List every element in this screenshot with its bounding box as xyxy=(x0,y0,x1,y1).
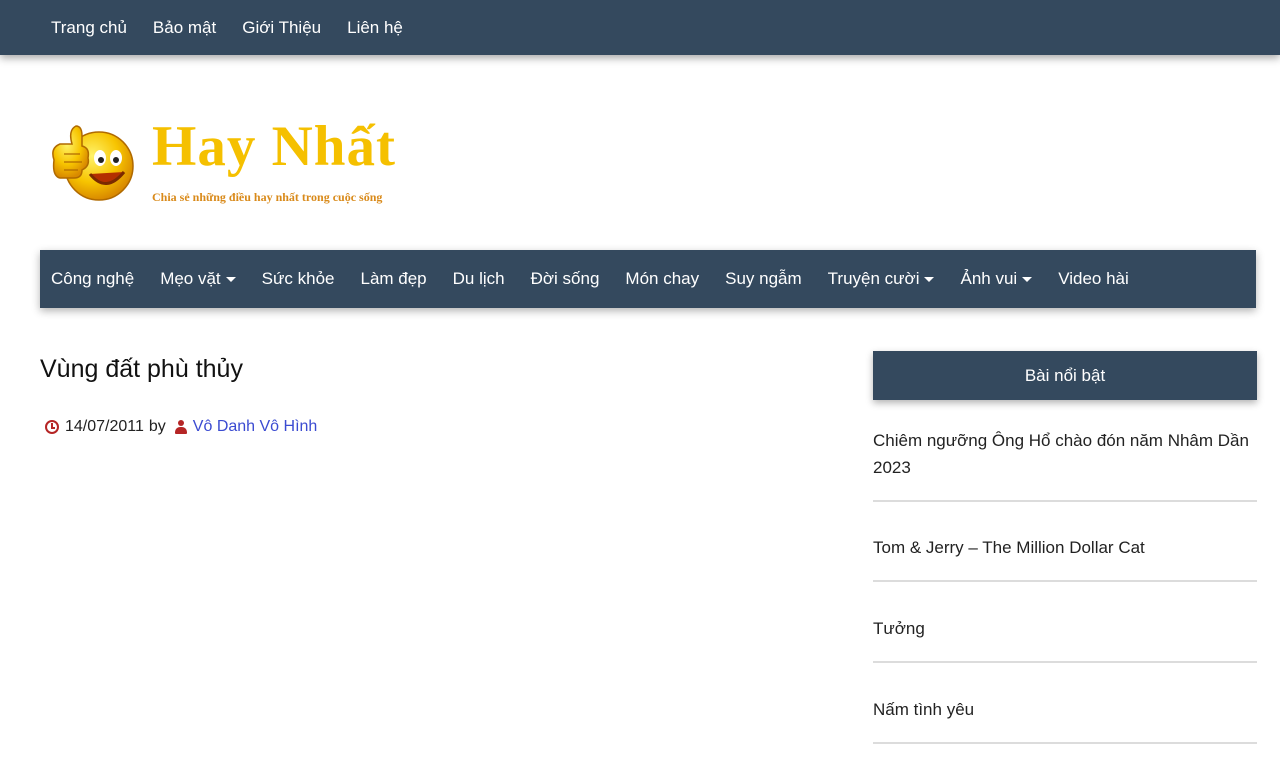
post-meta: 14/07/2011 by Vô Danh Vô Hình xyxy=(45,418,317,436)
user-icon xyxy=(174,420,187,434)
site-logo[interactable]: Hay Nhất Chia sẻ những điều hay nhất tro… xyxy=(44,106,444,216)
caret-down-icon xyxy=(1022,276,1033,282)
nav-item-label: Suy ngẫm xyxy=(725,269,802,288)
topnav-item-gioi-thieu[interactable]: Giới Thiệu xyxy=(229,18,334,38)
nav-item-label: Du lịch xyxy=(452,269,505,288)
topnav-item-trang-chu[interactable]: Trang chủ xyxy=(38,18,140,38)
nav-item-lam-dep[interactable]: Làm đẹp xyxy=(347,269,439,289)
sidebar-widget-title: Bài nổi bật xyxy=(873,351,1257,400)
logo-tagline: Chia sẻ những điều hay nhất trong cuộc s… xyxy=(152,190,383,204)
post-title: Vùng đất phù thủy xyxy=(40,355,243,383)
nav-item-anh-vui[interactable]: Ảnh vui xyxy=(947,269,1045,289)
featured-post-link[interactable]: Nấm tình yêu xyxy=(873,696,1257,744)
nav-item-du-lich[interactable]: Du lịch xyxy=(440,269,518,289)
post-date: 14/07/2011 xyxy=(65,418,144,435)
main-category-nav: Công nghệ Mẹo vặt Sức khỏe Làm đẹp Du lị… xyxy=(40,250,1256,308)
nav-item-label: Công nghệ xyxy=(51,269,135,288)
nav-item-label: Đời sống xyxy=(530,269,600,288)
nav-item-cong-nghe[interactable]: Công nghệ xyxy=(40,269,147,289)
featured-post-link[interactable]: Tưởng xyxy=(873,615,1257,663)
nav-item-mon-chay[interactable]: Món chay xyxy=(612,269,712,289)
logo-title: Hay Nhất xyxy=(152,115,396,178)
nav-item-suy-ngam[interactable]: Suy ngẫm xyxy=(712,269,815,289)
post-author-link[interactable]: Vô Danh Vô Hình xyxy=(193,418,318,436)
nav-item-meo-vat[interactable]: Mẹo vặt xyxy=(147,269,248,289)
featured-posts-list: Chiêm ngưỡng Ông Hổ chào đón năm Nhâm Dầ… xyxy=(873,427,1257,744)
nav-item-label: Sức khỏe xyxy=(261,269,335,288)
thumbs-up-smiley-icon xyxy=(52,125,134,201)
topnav-item-bao-mat[interactable]: Bảo mật xyxy=(140,18,229,38)
sidebar: Bài nổi bật Chiêm ngưỡng Ông Hổ chào đón… xyxy=(873,351,1257,768)
caret-down-icon xyxy=(924,276,935,282)
nav-item-suc-khoe[interactable]: Sức khỏe xyxy=(249,269,348,289)
featured-post-link[interactable]: Tom & Jerry – The Million Dollar Cat xyxy=(873,534,1257,582)
post-by-label: by xyxy=(148,418,166,435)
nav-item-label: Video hài xyxy=(1058,269,1129,288)
caret-down-icon xyxy=(225,276,236,282)
nav-item-label: Món chay xyxy=(625,269,700,288)
top-navbar: Trang chủ Bảo mật Giới Thiệu Liên hệ xyxy=(0,0,1280,55)
nav-item-label: Mẹo vặt xyxy=(160,269,221,288)
nav-item-label: Làm đẹp xyxy=(360,269,427,288)
clock-icon xyxy=(45,420,59,434)
topnav-item-lien-he[interactable]: Liên hệ xyxy=(334,18,416,38)
nav-item-truyen-cuoi[interactable]: Truyện cười xyxy=(815,269,948,289)
nav-item-label: Ảnh vui xyxy=(960,269,1018,288)
nav-item-label: Truyện cười xyxy=(827,269,920,288)
featured-post-link[interactable]: Chiêm ngưỡng Ông Hổ chào đón năm Nhâm Dầ… xyxy=(873,427,1257,502)
nav-item-video-hai[interactable]: Video hài xyxy=(1045,269,1142,289)
nav-item-doi-song[interactable]: Đời sống xyxy=(518,269,613,289)
